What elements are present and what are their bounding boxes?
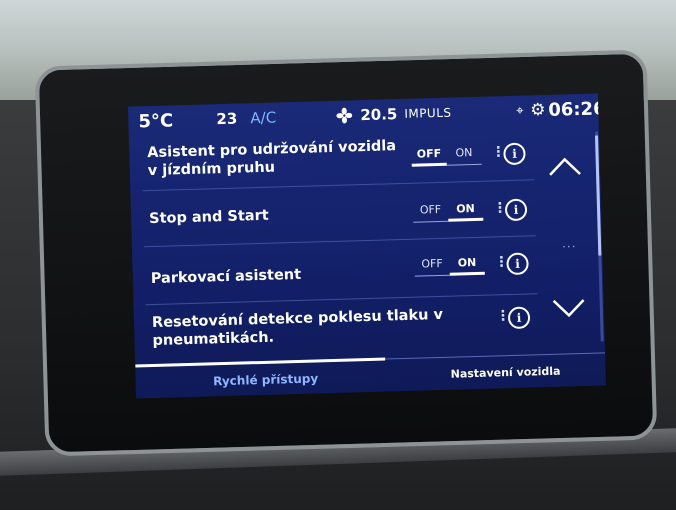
stop-start-toggle[interactable]: OFF ON bbox=[412, 200, 484, 223]
lane-assist-toggle[interactable]: OFF ON bbox=[411, 144, 482, 167]
setting-label: Asistent pro udržování vozidla v jízdním… bbox=[147, 138, 397, 180]
info-icon[interactable]: i bbox=[506, 252, 529, 276]
tab-quick-access[interactable]: Rychlé přístupy bbox=[196, 371, 336, 389]
setting-label: Stop and Start bbox=[148, 207, 269, 228]
clock: 06:26 bbox=[547, 97, 606, 121]
fan-icon[interactable] bbox=[336, 107, 353, 124]
toggle-off-option[interactable]: OFF bbox=[411, 145, 447, 167]
location-pin-icon: ⌖ bbox=[516, 103, 524, 119]
list-item[interactable]: Parkovací asistent OFF ON ⋮ i bbox=[143, 237, 538, 306]
list-item[interactable]: Asistent pro udržování vozidla v jízdním… bbox=[140, 127, 535, 192]
tab-divider bbox=[385, 352, 606, 360]
right-temperature[interactable]: 20.5 bbox=[360, 105, 398, 124]
gear-icon[interactable]: ⚙ bbox=[530, 100, 546, 120]
toggle-on-option[interactable]: ON bbox=[446, 144, 482, 166]
scroll-column: ... bbox=[533, 125, 605, 347]
ac-label[interactable]: A/C bbox=[250, 108, 276, 127]
info-icon[interactable]: i bbox=[503, 142, 526, 166]
setting-label: Parkovací asistent bbox=[150, 266, 302, 288]
chevron-up-icon[interactable] bbox=[548, 156, 583, 177]
info-icon[interactable]: i bbox=[507, 306, 531, 330]
chevron-down-icon[interactable] bbox=[552, 298, 587, 319]
infotainment-screen: 5°C 23 A/C 20.5 IMPULS ⌖ ⚙ 06:26 Asisten… bbox=[128, 93, 606, 399]
list-item[interactable]: Stop and Start OFF ON ⋮ i bbox=[142, 181, 536, 248]
settings-list: Asistent pro udržování vozidla v jízdním… bbox=[129, 127, 539, 358]
active-tab-indicator bbox=[135, 357, 386, 368]
cabin-temperature[interactable]: 23 bbox=[216, 110, 237, 129]
info-icon[interactable]: i bbox=[504, 198, 528, 222]
toggle-off-option[interactable]: OFF bbox=[414, 255, 450, 277]
page-dots: ... bbox=[561, 236, 577, 251]
tab-vehicle-settings[interactable]: Nastavení vozidla bbox=[435, 364, 575, 381]
outside-temperature: 5°C bbox=[138, 109, 174, 132]
toggle-off-option[interactable]: OFF bbox=[412, 201, 449, 223]
list-item[interactable]: Resetování detekce poklesu tlaku v pneum… bbox=[146, 295, 539, 358]
drive-mode: IMPULS bbox=[404, 105, 452, 121]
toggle-on-option[interactable]: ON bbox=[447, 200, 484, 222]
setting-label: Resetování detekce poklesu tlaku v pneum… bbox=[151, 306, 444, 350]
toggle-on-option[interactable]: ON bbox=[449, 254, 485, 276]
parking-assist-toggle[interactable]: OFF ON bbox=[414, 254, 485, 277]
